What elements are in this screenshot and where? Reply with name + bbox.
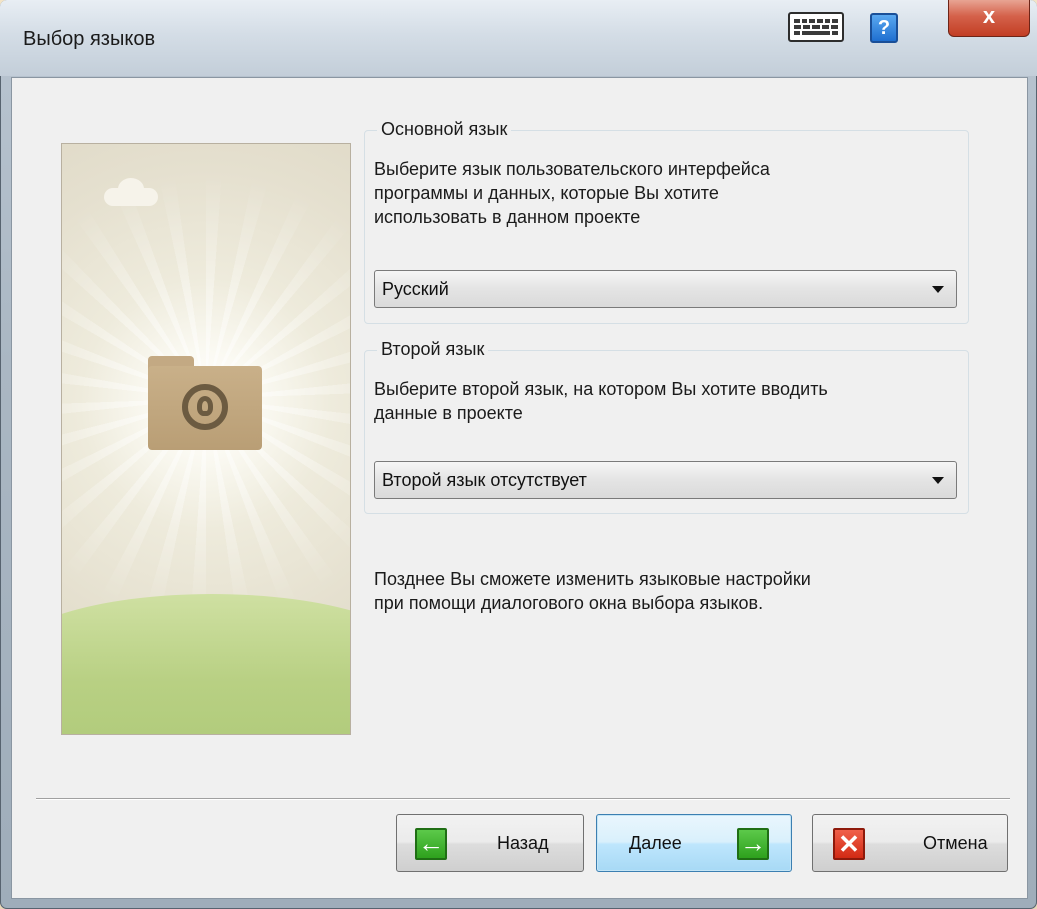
primary-language-select[interactable]: Русский [374, 270, 957, 308]
side-illustration [61, 143, 351, 735]
cross-icon: ✕ [833, 828, 865, 860]
settings-note: Позднее Вы сможете изменить языковые нас… [374, 569, 811, 613]
close-button[interactable]: x [948, 0, 1030, 37]
next-button[interactable]: Далее → [596, 814, 792, 872]
green-hill [62, 594, 350, 734]
window-title: Выбор языков [23, 28, 156, 50]
arrow-right-icon: → [737, 828, 769, 860]
next-button-label: Далее [629, 833, 682, 853]
primary-language-group: Основной язык Выберите язык пользователь… [364, 119, 969, 324]
help-button[interactable]: ? [870, 13, 898, 43]
secondary-language-legend: Второй язык [377, 339, 489, 360]
cancel-button-label: Отмена [923, 833, 988, 853]
back-button-label: Назад [497, 833, 549, 853]
keyboard-icon [794, 19, 839, 23]
dialog-window: Выбор языков ? x Основной язык Выберите … [0, 0, 1037, 909]
cloud-icon [104, 178, 158, 206]
back-button[interactable]: ← Назад [396, 814, 584, 872]
chevron-down-icon [932, 286, 944, 293]
secondary-language-group: Второй язык Выберите второй язык, на кот… [364, 339, 969, 514]
dialog-client-area: Основной язык Выберите язык пользователь… [11, 77, 1028, 899]
secondary-language-select[interactable]: Второй язык отсутствует [374, 461, 957, 499]
project-folder-icon [148, 356, 262, 450]
arrow-left-icon: ← [415, 828, 447, 860]
cancel-button[interactable]: ✕ Отмена [812, 814, 1008, 872]
title-bar: Выбор языков ? x [0, 0, 1037, 76]
primary-language-legend: Основной язык [377, 119, 512, 140]
chevron-down-icon [932, 477, 944, 484]
tree-emblem-icon [182, 384, 228, 430]
secondary-language-description: Выберите второй язык, на котором Вы хоти… [374, 379, 828, 423]
primary-language-value: Русский [382, 279, 449, 299]
primary-language-description: Выберите язык пользовательского интерфей… [374, 159, 770, 227]
secondary-language-value: Второй язык отсутствует [382, 470, 587, 490]
button-separator [36, 798, 1010, 800]
keyboard-button[interactable] [788, 12, 844, 42]
